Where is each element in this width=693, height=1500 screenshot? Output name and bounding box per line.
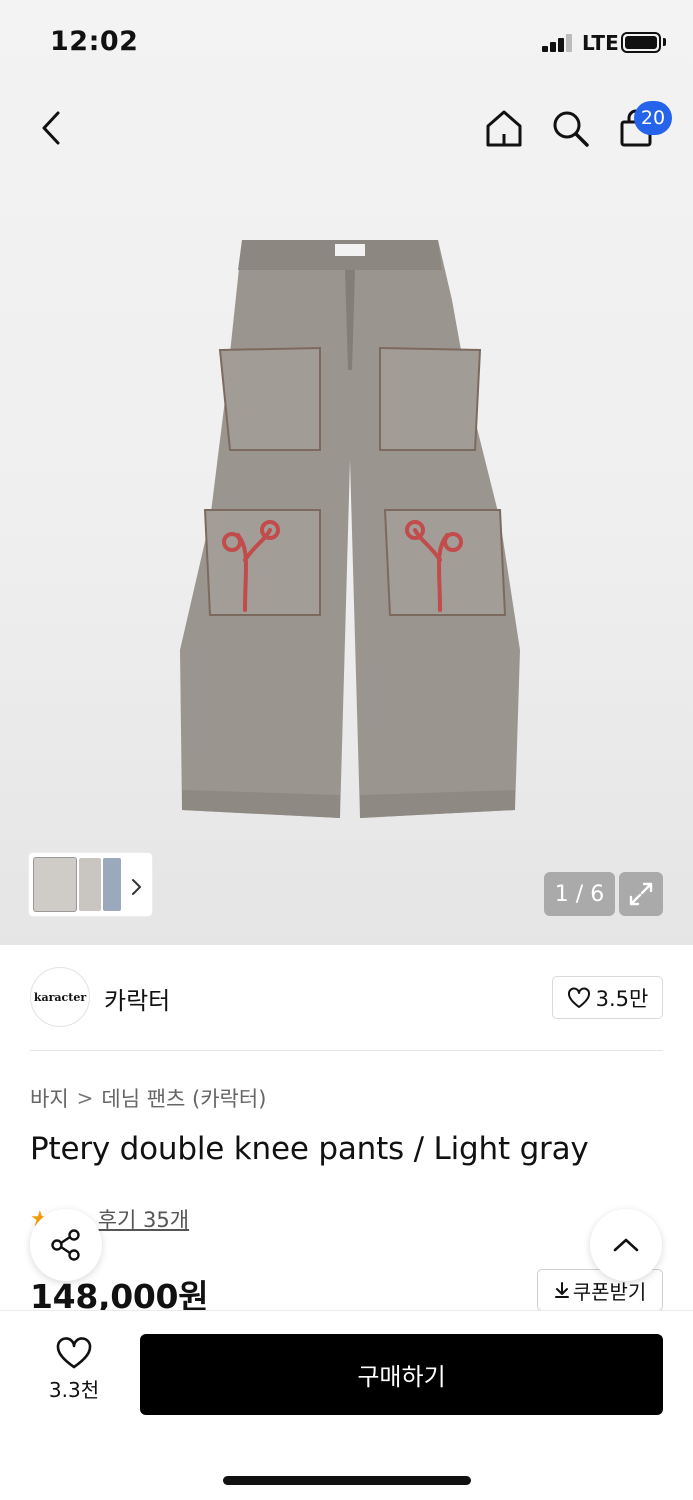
network-label: LTE [582,31,619,55]
home-indicator [223,1476,471,1485]
breadcrumb-subcategory[interactable]: 데님 팬츠 (카락터) [101,1083,266,1113]
share-button[interactable] [30,1209,102,1281]
status-bar: 12:02 LTE [0,0,693,86]
chevron-right-icon[interactable] [128,878,144,896]
cart-count-badge: 20 [634,101,672,135]
home-icon [486,110,522,147]
status-time: 12:02 [50,26,139,57]
search-button[interactable] [546,104,594,152]
image-counter: 1 / 6 [544,872,615,916]
breadcrumb-category[interactable]: 바지 [30,1083,69,1113]
product-title: Ptery double knee pants / Light gray [30,1131,589,1167]
review-link[interactable]: 후기 35개 [98,1204,189,1234]
expand-icon [629,882,653,906]
fullscreen-button[interactable] [619,872,663,916]
thumbnail-1[interactable] [34,858,76,911]
share-icon [51,1229,80,1261]
wishlist-button[interactable]: 3.3천 [36,1336,112,1408]
breadcrumb: 바지 > 데님 팬츠 (카락터) [30,1083,266,1113]
scroll-top-button[interactable] [590,1209,662,1281]
wishlist-count: 3.3천 [48,1378,100,1402]
brand-like-button[interactable]: 3.5만 [552,976,663,1019]
brand-name[interactable]: 카락터 [104,981,170,1016]
chevron-left-icon [42,111,60,145]
brand-logo[interactable]: karacter [30,967,90,1027]
download-icon [554,1282,569,1298]
brand-like-count: 3.5만 [595,986,649,1011]
heart-icon [56,1337,92,1369]
thumbnail-2[interactable] [79,858,101,911]
signal-icon [542,34,576,52]
home-button[interactable] [480,104,528,152]
coupon-label: 쿠폰받기 [572,1279,647,1304]
product-image[interactable] [170,230,530,830]
thumbnail-3[interactable] [103,858,121,911]
divider [30,1050,663,1051]
brand-row[interactable]: karacter 카락터 3.5만 [30,967,663,1027]
chevron-up-icon [613,1238,639,1252]
top-navigation [0,96,693,166]
buy-button[interactable]: 구매하기 [140,1334,663,1415]
heart-icon [567,986,590,1008]
battery-icon [621,32,661,53]
breadcrumb-separator: > [76,1086,94,1110]
search-icon [553,111,589,147]
back-button[interactable] [28,104,76,152]
product-gallery[interactable]: 12:02 LTE 20 1 / 6 [0,0,693,945]
